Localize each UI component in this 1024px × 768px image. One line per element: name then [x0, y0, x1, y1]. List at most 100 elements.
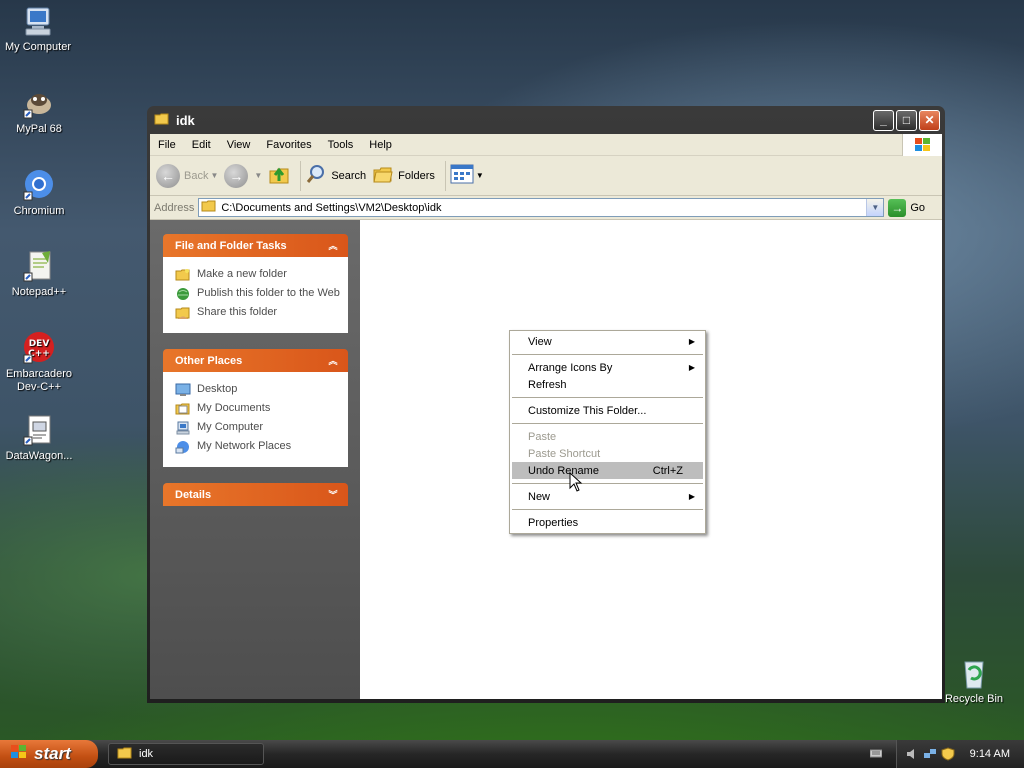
menu-edit[interactable]: Edit — [184, 139, 219, 151]
task-publish-folder[interactable]: Publish this folder to the Web — [175, 287, 340, 301]
task-label: Make a new folder — [197, 268, 287, 280]
ctx-arrange-icons[interactable]: Arrange Icons By ▶ — [512, 359, 703, 376]
ctx-undo-rename[interactable]: Undo Rename Ctrl+Z — [512, 462, 703, 479]
task-make-new-folder[interactable]: Make a new folder — [175, 268, 340, 282]
address-dropdown-button[interactable]: ▼ — [866, 199, 884, 216]
back-label: Back — [184, 169, 209, 182]
desktop-icon-mypal[interactable]: MyPal 68 — [0, 86, 79, 136]
computer-icon — [21, 4, 55, 38]
ctx-label: Properties — [528, 516, 579, 529]
ctx-paste[interactable]: Paste — [512, 428, 703, 445]
back-button[interactable]: ← Back ▼ — [156, 163, 218, 188]
security-shield-icon[interactable] — [941, 747, 955, 761]
maximize-icon: □ — [902, 113, 911, 127]
go-button[interactable]: → Go — [888, 198, 926, 217]
ctx-label: New — [528, 490, 551, 503]
recycle-bin-icon — [957, 656, 991, 690]
desktop-icon-recycle-bin[interactable]: Recycle Bin — [934, 656, 1014, 706]
minimize-icon: _ — [880, 113, 887, 127]
task-label: Share this folder — [197, 306, 278, 318]
ctx-refresh[interactable]: Refresh — [512, 376, 703, 393]
expand-icon[interactable]: ︾ — [326, 488, 340, 502]
views-icon — [450, 164, 474, 187]
start-button[interactable]: start — [0, 740, 98, 768]
task-label: Publish this folder to the Web — [197, 287, 340, 299]
mouse-cursor-icon — [569, 471, 583, 495]
task-pane: File and Folder Tasks ︽ Make a new folde… — [150, 220, 360, 699]
share-folder-icon — [175, 306, 191, 320]
submenu-arrow-icon: ▶ — [688, 337, 695, 346]
ctx-view[interactable]: View ▶ — [512, 333, 703, 350]
ctx-label: Refresh — [528, 378, 567, 391]
menu-separator — [512, 397, 703, 398]
address-input[interactable]: C:\Documents and Settings\VM2\Desktop\id… — [198, 198, 885, 217]
desktop-icon-chromium[interactable]: Chromium — [0, 168, 79, 218]
menu-view[interactable]: View — [219, 139, 259, 151]
address-value: C:\Documents and Settings\VM2\Desktop\id… — [221, 201, 442, 214]
panel-title: Details — [175, 488, 212, 501]
ctx-paste-shortcut[interactable]: Paste Shortcut — [512, 445, 703, 462]
new-folder-icon — [175, 268, 191, 282]
desktop-icon-devcpp[interactable]: DEV C++ Embarcadero Dev-C++ — [0, 331, 79, 394]
menu-file[interactable]: File — [150, 139, 184, 151]
menu-separator — [512, 423, 703, 424]
ctx-label: Customize This Folder... — [528, 404, 647, 417]
place-my-computer[interactable]: My Computer — [175, 421, 340, 435]
taskbar-window-idk[interactable]: idk — [108, 743, 264, 765]
menu-tools[interactable]: Tools — [320, 139, 362, 151]
collapse-icon[interactable]: ︽ — [326, 239, 340, 253]
panel-header[interactable]: Details ︾ — [163, 483, 348, 506]
computer-icon — [175, 421, 191, 435]
notepad-plus-plus-icon — [22, 249, 56, 283]
close-button[interactable]: ✕ — [919, 109, 940, 131]
folders-icon — [372, 163, 394, 188]
desktop-icon-datawagon[interactable]: DataWagon... — [0, 413, 79, 463]
desktop-icon-notepadpp[interactable]: Notepad++ — [0, 249, 79, 299]
windows-flag-icon — [10, 744, 28, 765]
forward-arrow-icon: → — [224, 163, 249, 188]
menu-favorites[interactable]: Favorites — [258, 139, 319, 151]
desktop-icon-label: Embarcadero — [5, 368, 73, 380]
ctx-customize[interactable]: Customize This Folder... — [512, 402, 703, 419]
folders-button[interactable]: Folders — [372, 163, 435, 188]
forward-button[interactable]: → ▼ — [224, 163, 262, 188]
place-label: My Documents — [197, 402, 271, 414]
place-network[interactable]: My Network Places — [175, 440, 340, 454]
panel-header[interactable]: File and Folder Tasks ︽ — [163, 234, 348, 257]
menu-separator — [512, 509, 703, 510]
windows-logo-icon — [902, 134, 942, 156]
details-panel: Details ︾ — [163, 483, 348, 506]
search-button[interactable]: Search — [305, 163, 366, 188]
panel-body: Make a new folder Publish this folder to… — [163, 257, 348, 333]
panel-title: File and Folder Tasks — [175, 239, 287, 252]
minimize-button[interactable]: _ — [873, 109, 894, 131]
views-button[interactable]: ▼ — [450, 164, 484, 187]
maximize-button[interactable]: □ — [896, 109, 917, 131]
network-icon[interactable] — [923, 747, 937, 761]
search-icon — [305, 163, 327, 188]
desktop-icon-my-computer[interactable]: My Computer — [0, 4, 78, 54]
window-titlebar[interactable]: idk _ □ ✕ — [150, 106, 942, 134]
context-menu: View ▶ Arrange Icons By ▶ Refresh Custom… — [509, 330, 706, 534]
task-share-folder[interactable]: Share this folder — [175, 306, 340, 320]
place-desktop[interactable]: Desktop — [175, 383, 340, 397]
up-folder-button[interactable] — [268, 163, 290, 188]
panel-body: Desktop My Documents My Computer My Netw… — [163, 372, 348, 467]
collapse-icon[interactable]: ︽ — [326, 354, 340, 368]
menu-help[interactable]: Help — [361, 139, 400, 151]
start-label: start — [34, 744, 71, 763]
network-icon — [175, 440, 191, 454]
datawagon-icon — [22, 413, 56, 447]
clock: 9:14 AM — [969, 748, 1010, 760]
panel-header[interactable]: Other Places ︽ — [163, 349, 348, 372]
chevron-down-icon: ▼ — [871, 203, 880, 212]
go-label: Go — [910, 201, 926, 214]
ctx-properties[interactable]: Properties — [512, 514, 703, 531]
taskbar: start idk 9:14 AM — [0, 740, 1024, 768]
place-my-documents[interactable]: My Documents — [175, 402, 340, 416]
ctx-new[interactable]: New ▶ — [512, 488, 703, 505]
folder-icon — [154, 112, 170, 129]
speaker-icon[interactable] — [905, 747, 919, 761]
keyboard-icon[interactable] — [869, 747, 883, 759]
documents-icon — [175, 402, 191, 416]
